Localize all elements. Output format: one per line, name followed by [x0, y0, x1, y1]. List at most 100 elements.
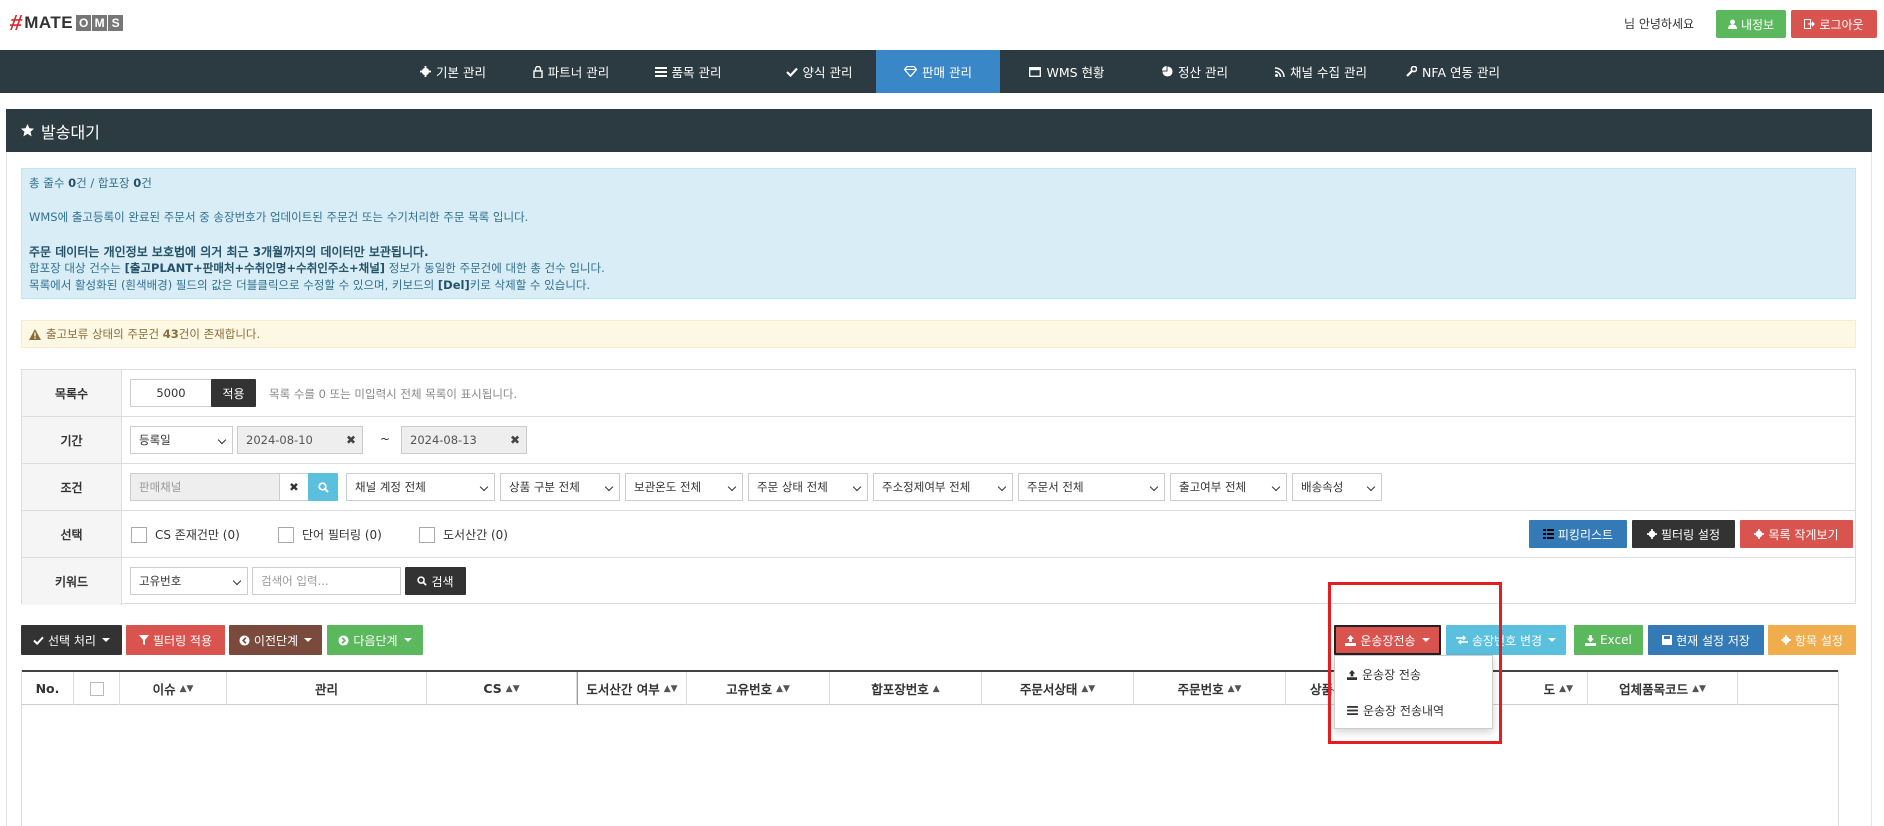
order-count-line: 총 줄수 0건 / 합포장 0건: [29, 175, 152, 191]
col-manage[interactable]: 관리: [227, 672, 427, 705]
nav-item-wms[interactable]: WMS 현황: [1008, 50, 1126, 93]
next-step-button[interactable]: 다음단계: [327, 625, 423, 655]
filter-apply-button[interactable]: 필터링 적용: [126, 625, 225, 655]
checkbox-box[interactable]: [278, 526, 294, 543]
diamond-icon: [904, 66, 917, 77]
sort-icon: ▲▼: [179, 683, 194, 694]
cs-only-checkbox[interactable]: CS 존재건만 (0): [131, 526, 240, 543]
col-island[interactable]: 도서산간 여부 ▲▼: [577, 672, 687, 705]
word-filter-checkbox[interactable]: 단어 필터링 (0): [278, 526, 382, 543]
col-vendor-code[interactable]: 업체품목코드 ▲▼: [1588, 672, 1738, 705]
nav-item-channel[interactable]: 채널 수집 관리: [1256, 50, 1386, 93]
col-manage-label: 관리: [314, 682, 338, 697]
col-unique-no-label: 고유번호: [726, 682, 773, 697]
nav-item-partner[interactable]: 파트너 관리: [510, 50, 632, 93]
keyword-input[interactable]: 검색어 입력...: [252, 567, 401, 595]
col-cs[interactable]: CS ▲▼: [427, 672, 577, 705]
delivery-attr-select[interactable]: 배송속성: [1292, 473, 1382, 501]
date-separator: ~: [380, 432, 391, 446]
select-process-label: 선택 처리: [48, 633, 96, 648]
search-button[interactable]: 검색: [405, 567, 466, 595]
filter-row-keyword: 키워드 고유번호 검색어 입력... 검색: [22, 558, 1855, 605]
date-to-input[interactable]: 2024-08-13 ✖: [401, 426, 527, 454]
myinfo-label: 내정보: [1740, 17, 1775, 32]
info-line-1: WMS에 출고등록이 완료된 주문서 중 송장번호가 업데이트된 주문건 또는 …: [29, 210, 529, 224]
channel-search-button[interactable]: [308, 473, 338, 501]
order-status-select[interactable]: 주문 상태 전체: [748, 473, 868, 501]
col-order-status-label: 주문서상태: [1019, 682, 1078, 697]
apply-button[interactable]: 적용: [211, 379, 256, 407]
warning-text: 출고보류 상태의 주문건 43건이 존재합니다.: [46, 326, 260, 342]
prev-step-button[interactable]: 이전단계: [229, 625, 322, 655]
product-type-select[interactable]: 상품 구분 전체: [500, 473, 620, 501]
column-settings-label: 항목 설정: [1795, 633, 1843, 648]
nav-item-nfa[interactable]: NFA 연동 관리: [1386, 50, 1520, 93]
lock-icon: [533, 65, 543, 78]
date-from-input[interactable]: 2024-08-10 ✖: [237, 426, 363, 454]
checkbox-box[interactable]: [131, 526, 147, 543]
caret-down-icon: [101, 638, 110, 642]
island-checkbox[interactable]: 도서산간 (0): [419, 526, 508, 543]
col-hidden-label: 도: [1543, 682, 1556, 697]
excel-button[interactable]: Excel: [1574, 625, 1643, 655]
rows-input[interactable]: 5000: [130, 379, 212, 407]
nav-item-sales[interactable]: 판매 관리: [876, 50, 1000, 93]
gear-icon: [1646, 529, 1657, 539]
storage-temp-select[interactable]: 보관온도 전체: [625, 473, 743, 501]
channel-account-select[interactable]: 채널 계정 전체: [346, 473, 495, 501]
keyword-type-select[interactable]: 고유번호: [130, 567, 248, 595]
list-small-button[interactable]: 목록 작게보기: [1740, 520, 1853, 548]
select-process-button[interactable]: 선택 처리: [21, 625, 122, 655]
col-pack-no[interactable]: 합포장번호 ▲: [830, 672, 982, 705]
nav-item-settlement[interactable]: 정산 관리: [1136, 50, 1254, 93]
save-settings-button[interactable]: 현재 설정 저장: [1648, 625, 1764, 655]
info-line3-c: 정보가 동일한 주문건에 대한 총 건수 입니다.: [385, 261, 605, 275]
select-label: 선택: [22, 511, 122, 557]
clear-icon[interactable]: ✖: [346, 433, 356, 447]
gear-icon: [420, 66, 431, 77]
arrow-right-circle-icon: [338, 634, 349, 646]
warning-icon: [29, 328, 41, 340]
channel-input[interactable]: 판매채널: [130, 473, 280, 501]
nav-item-basic[interactable]: 기본 관리: [396, 50, 510, 93]
logo-oms-s: S: [108, 15, 124, 31]
cs-only-label: CS 존재건만 (0): [155, 528, 240, 542]
channel-clear-button[interactable]: ✖: [279, 473, 309, 501]
date-to-value: 2024-08-13: [410, 433, 477, 447]
logo-hash: #: [8, 10, 25, 35]
myinfo-button[interactable]: 내정보: [1716, 10, 1786, 38]
nav-label: 판매 관리: [922, 65, 972, 80]
caret-down-icon: [1548, 638, 1557, 642]
period-type-select[interactable]: 등록일: [130, 426, 233, 454]
info-line4-b: [Del]: [437, 278, 470, 292]
rows-hint: 목록 수를 0 또는 미입력시 전체 목록이 표시됩니다.: [269, 387, 518, 401]
greeting-text: 님 안녕하세요: [1624, 17, 1695, 31]
col-unique-no[interactable]: 고유번호 ▲▼: [687, 672, 830, 705]
count-total: 0: [68, 176, 77, 190]
select-all-checkbox[interactable]: [89, 681, 104, 696]
logo-oms: O M S: [75, 15, 124, 31]
clear-icon[interactable]: ✖: [510, 433, 520, 447]
checkbox-box[interactable]: [419, 526, 435, 543]
col-checkbox[interactable]: [74, 672, 120, 705]
app-logo[interactable]: # MATE O M S: [8, 10, 124, 35]
list-icon: [654, 66, 667, 77]
col-order-no[interactable]: 주문번호 ▲▼: [1134, 672, 1286, 705]
nav-item-product[interactable]: 품목 관리: [632, 50, 744, 93]
search-label: 검색: [431, 574, 454, 589]
address-refine-select[interactable]: 주소정제여부 전체: [873, 473, 1013, 501]
logout-button[interactable]: 로그아웃: [1791, 10, 1877, 38]
nav-item-form[interactable]: 양식 관리: [762, 50, 876, 93]
col-vendor-code-label: 업체품목코드: [1619, 682, 1689, 697]
logo-oms-m: M: [92, 15, 108, 31]
panel-title-text: 발송대기: [41, 122, 100, 142]
shipping-status-select[interactable]: 출고여부 전체: [1170, 473, 1287, 501]
column-settings-button[interactable]: 항목 설정: [1768, 625, 1856, 655]
order-sheet-select[interactable]: 주문서 전체: [1018, 473, 1165, 501]
col-order-status[interactable]: 주문서상태 ▲▼: [982, 672, 1134, 705]
col-no[interactable]: No.: [22, 672, 74, 705]
filter-setting-button[interactable]: 필터링 설정: [1632, 520, 1735, 548]
picking-list-button[interactable]: 피킹리스트: [1529, 520, 1627, 548]
col-issue[interactable]: 이슈 ▲▼: [120, 672, 227, 705]
nav-label: 채널 수집 관리: [1290, 65, 1367, 80]
